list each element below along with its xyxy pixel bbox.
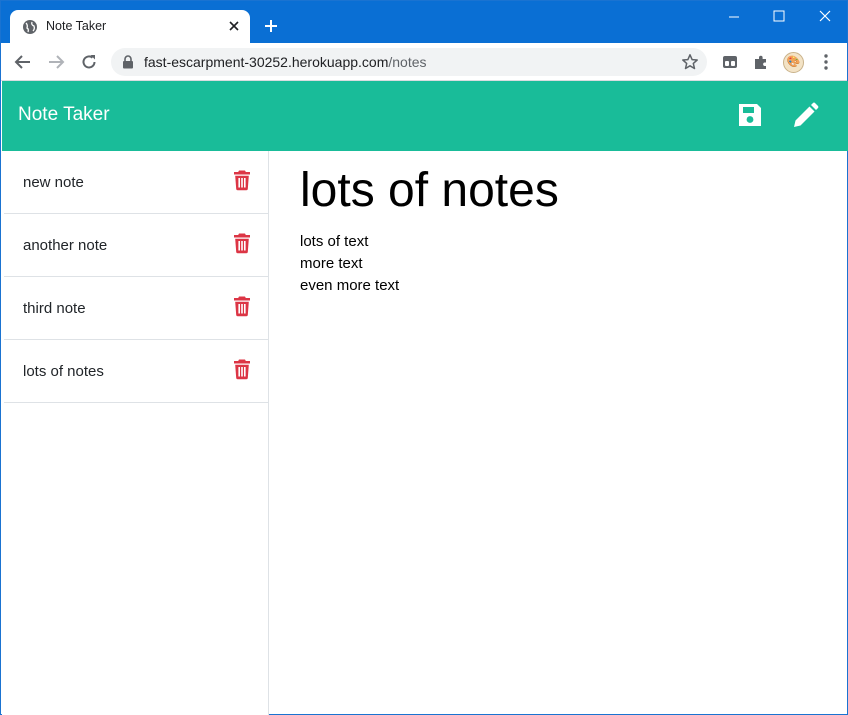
new-tab-icon[interactable] [263,18,279,34]
minimize-icon[interactable] [727,10,741,24]
forward-arrow-icon[interactable] [47,53,65,71]
note-list-item[interactable]: third note [4,277,268,340]
note-editor: lots of notes lots of text more text eve… [269,151,848,715]
app-navbar: Note Taker [2,81,848,151]
note-list-item-title: lots of notes [23,363,104,380]
browser-toolbar: fast-escarpment-30252.herokuapp.com/note… [1,43,847,81]
close-icon[interactable] [226,18,242,34]
back-arrow-icon[interactable] [14,53,32,71]
note-list-item-title: another note [23,237,108,254]
note-list-item-title: third note [23,300,86,317]
note-list-item-title: new note [23,174,84,191]
app-brand[interactable]: Note Taker [18,104,110,126]
maximize-icon[interactable] [772,9,786,23]
window-close-icon[interactable] [818,9,832,23]
globe-icon [23,20,37,34]
browser-titlebar: Note Taker [1,1,847,43]
reload-icon[interactable] [80,53,98,71]
note-list-item[interactable]: new note [4,151,268,214]
url-host: fast-escarpment-30252.herokuapp.com [144,54,389,70]
pencil-icon[interactable] [790,101,820,131]
lock-icon[interactable] [122,55,134,69]
browser-window: Note Taker fast-escarpment-30252.herokua… [0,0,848,715]
trash-icon[interactable] [232,232,252,254]
trash-icon[interactable] [232,169,252,191]
bookmark-star-icon[interactable] [681,53,699,71]
note-list: new note another note third note lots of… [2,151,269,715]
note-list-item[interactable]: another note [4,214,268,277]
browser-tab[interactable]: Note Taker [10,10,250,43]
more-menu-icon[interactable] [819,53,833,71]
tab-title: Note Taker [46,19,107,33]
puzzle-icon[interactable] [752,53,770,71]
trash-icon[interactable] [232,358,252,380]
note-title-field[interactable]: lots of notes [300,163,559,218]
url-text[interactable]: fast-escarpment-30252.herokuapp.com/note… [144,54,427,70]
profile-avatar[interactable]: 🎨 [783,52,804,73]
trash-icon[interactable] [232,295,252,317]
note-text-field[interactable]: lots of text more text even more text [300,231,820,297]
save-icon[interactable] [736,101,764,129]
extension-icon[interactable] [721,53,739,71]
note-list-item[interactable]: lots of notes [4,340,268,403]
address-bar[interactable]: fast-escarpment-30252.herokuapp.com/note… [111,48,707,76]
url-path: /notes [388,54,427,70]
